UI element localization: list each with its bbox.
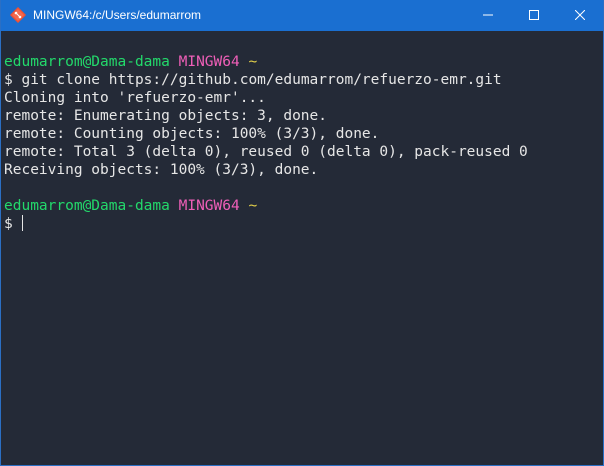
prompt-user-host: edumarrom@Dama-dama — [4, 198, 170, 214]
title-bar[interactable]: MINGW64:/c/Users/edumarrom — [1, 0, 603, 31]
prompt-path: ~ — [248, 54, 258, 70]
prompt-symbol: $ — [4, 216, 13, 232]
minimize-icon — [483, 14, 493, 16]
output-line: remote: Total 3 (delta 0), reused 0 (del… — [4, 144, 528, 160]
terminal-window: MINGW64:/c/Users/edumarrom edumarrom@Dam… — [0, 0, 604, 466]
prompt-symbol: $ — [4, 72, 13, 88]
maximize-button[interactable] — [511, 0, 557, 31]
maximize-icon — [529, 10, 539, 20]
command-line: $ git clone https://github.com/edumarrom… — [4, 71, 502, 89]
window-title: MINGW64:/c/Users/edumarrom — [33, 8, 202, 22]
terminal-area[interactable]: edumarrom@Dama-dama MINGW64 ~ $ git clon… — [1, 31, 603, 465]
output-line: remote: Enumerating objects: 3, done. — [4, 108, 328, 124]
prompt-line: edumarrom@Dama-dama MINGW64 ~ — [4, 197, 257, 215]
prompt-path: ~ — [248, 198, 258, 214]
input-line[interactable]: $ — [4, 215, 24, 233]
text-cursor — [22, 215, 24, 231]
output-line: remote: Counting objects: 100% (3/3), do… — [4, 126, 380, 142]
output-line: Cloning into 'refuerzo-emr'... — [4, 90, 266, 106]
prompt-env: MINGW64 — [178, 54, 240, 70]
close-button[interactable] — [557, 0, 603, 31]
prompt-env: MINGW64 — [178, 198, 240, 214]
output-line: Receiving objects: 100% (3/3), done. — [4, 162, 319, 178]
git-bash-icon[interactable] — [10, 7, 26, 23]
close-icon — [575, 10, 585, 20]
minimize-button[interactable] — [465, 0, 511, 31]
command-text: git clone https://github.com/edumarrom/r… — [21, 72, 502, 88]
prompt-line: edumarrom@Dama-dama MINGW64 ~ — [4, 53, 257, 71]
prompt-user-host: edumarrom@Dama-dama — [4, 54, 170, 70]
